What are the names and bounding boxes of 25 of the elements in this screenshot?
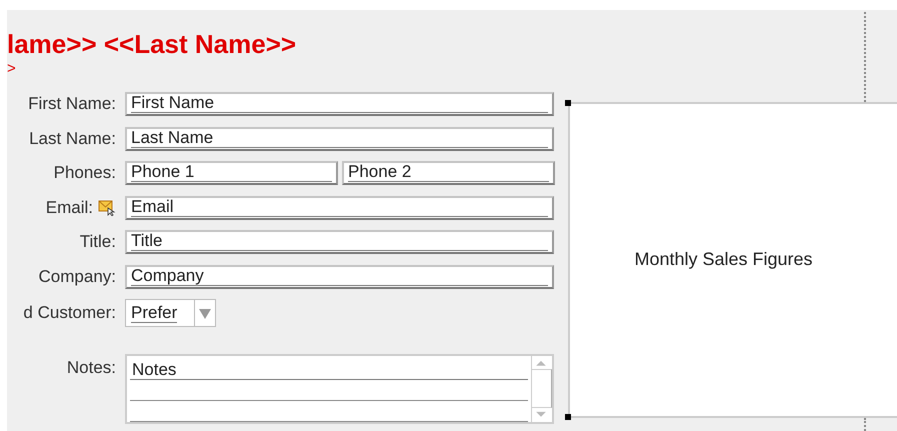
dropdown-field[interactable]: Prefer bbox=[125, 299, 216, 327]
resize-handle[interactable] bbox=[565, 100, 571, 106]
field-label: Title: bbox=[80, 232, 116, 252]
resize-handle[interactable] bbox=[565, 414, 571, 420]
text-field[interactable]: Email bbox=[125, 196, 554, 220]
text-field[interactable]: Phone 1 bbox=[125, 161, 338, 185]
text-field[interactable]: Last Name bbox=[125, 126, 554, 150]
chart-caption: Monthly Sales Figures bbox=[634, 249, 813, 270]
text-field[interactable]: Title bbox=[125, 230, 554, 254]
field-label: Company: bbox=[38, 266, 116, 286]
field-label: Email: bbox=[46, 198, 93, 218]
text-field[interactable]: First Name bbox=[125, 92, 554, 116]
field-label: Last Name: bbox=[29, 128, 116, 148]
notes-field[interactable]: Notes bbox=[125, 354, 554, 424]
chart-placeholder[interactable]: Monthly Sales Figures bbox=[568, 102, 897, 418]
report-subtitle: > bbox=[7, 61, 17, 77]
text-field[interactable]: Company bbox=[125, 264, 554, 288]
report-title: lame>> <<Last Name>> bbox=[7, 29, 298, 59]
field-label: Phones: bbox=[54, 163, 116, 183]
envelope-icon[interactable] bbox=[98, 199, 116, 216]
scrollbar[interactable] bbox=[531, 356, 552, 422]
field-label: d Customer: bbox=[23, 303, 116, 323]
field-label: Notes: bbox=[66, 358, 116, 378]
field-label: First Name: bbox=[28, 94, 116, 114]
text-field[interactable]: Phone 2 bbox=[342, 161, 555, 185]
